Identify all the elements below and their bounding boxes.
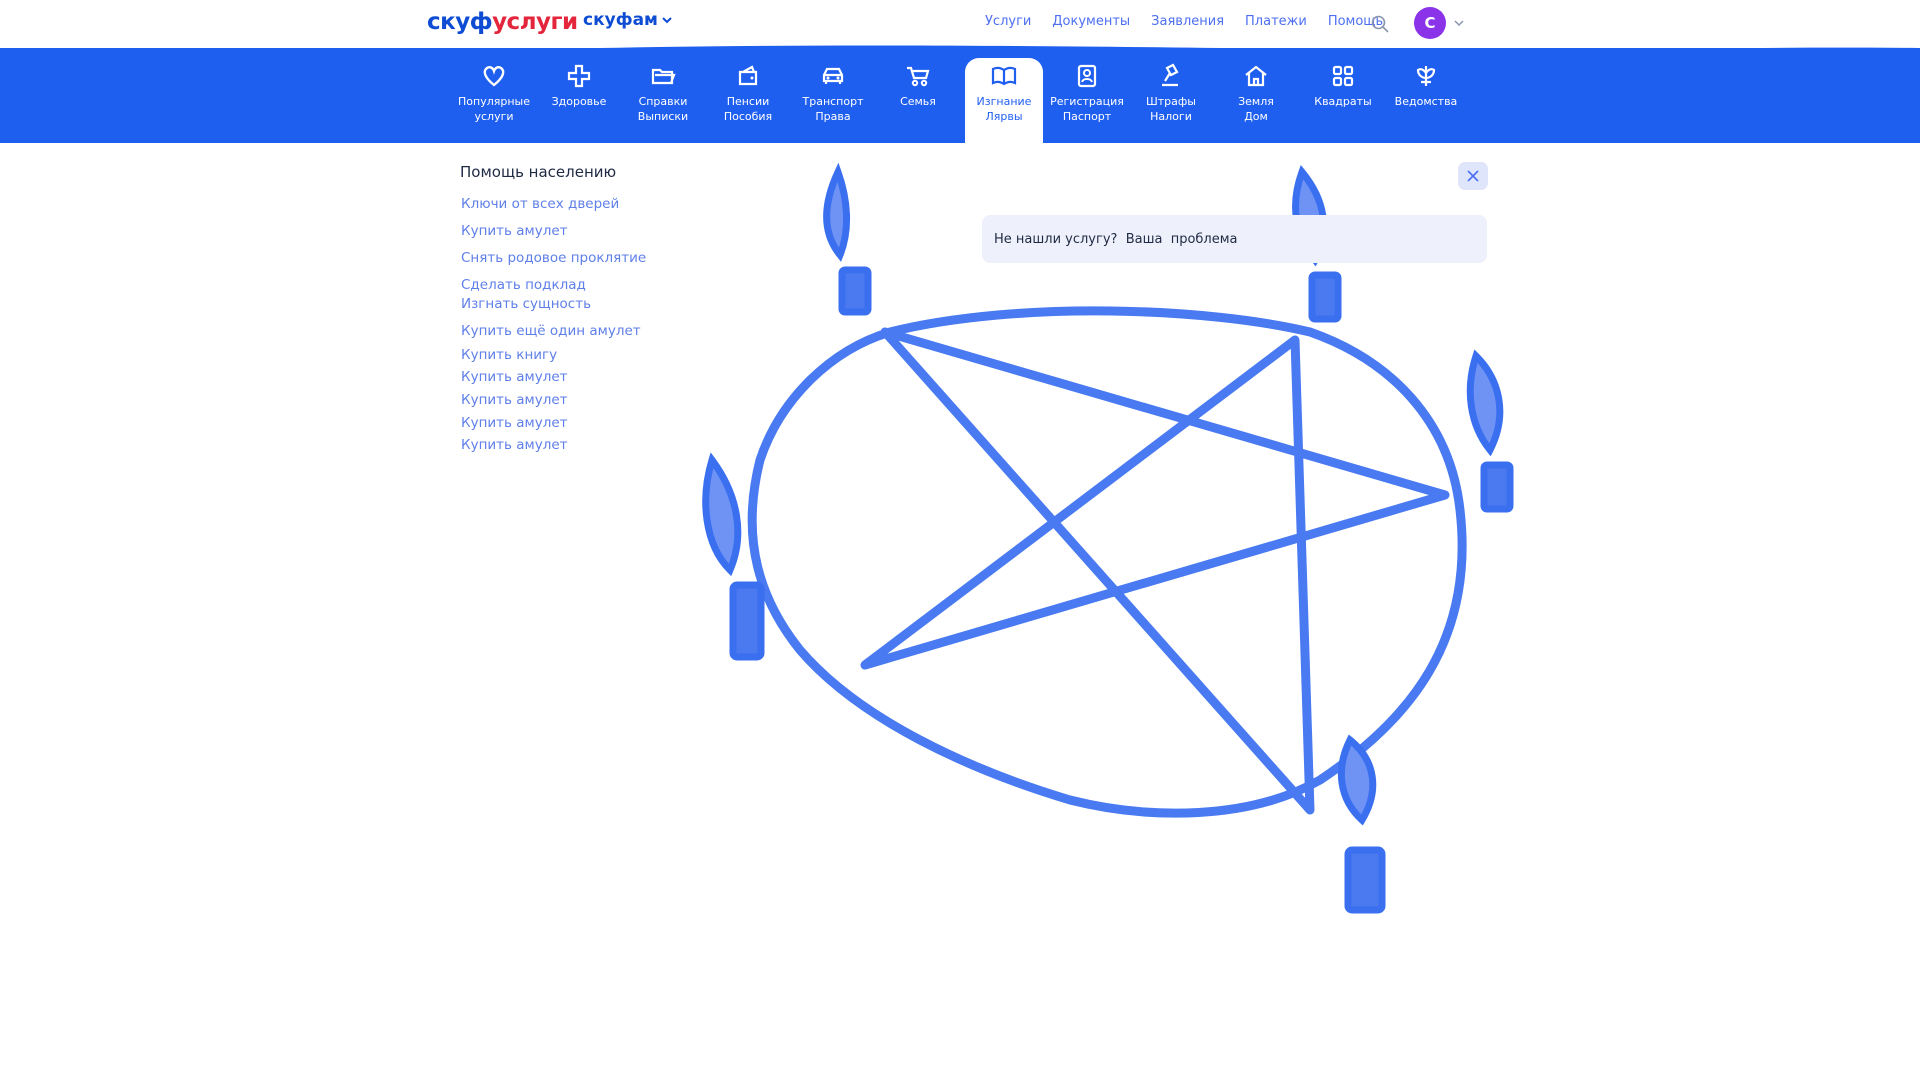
grid-icon xyxy=(1332,65,1354,87)
avatar[interactable]: С xyxy=(1414,7,1446,39)
category-popular[interactable]: Популярные услуги xyxy=(453,62,535,124)
category-exorcism[interactable]: Изгнание Лярвы xyxy=(963,62,1045,124)
emblem-icon xyxy=(1416,66,1436,86)
category-label: Транспорт Права xyxy=(802,95,864,123)
category-registration[interactable]: Регистрация Паспорт xyxy=(1046,62,1128,124)
chevron-down-icon[interactable] xyxy=(1453,17,1465,29)
sidebar-item-hex[interactable]: Сделать подклад xyxy=(461,277,586,293)
wallet-icon xyxy=(738,65,758,86)
sidebar-item-entity[interactable]: Изгнать сущность xyxy=(461,296,591,312)
category-health[interactable]: Здоровье xyxy=(538,62,620,109)
medical-cross-icon xyxy=(567,64,591,88)
sidebar-item-book[interactable]: Купить книгу xyxy=(461,347,557,363)
category-label: Изгнание Лярвы xyxy=(976,95,1032,123)
category-certificates[interactable]: Справки Выписки xyxy=(622,62,704,124)
band-wave xyxy=(0,45,1920,54)
sidebar-item-amulet[interactable]: Купить амулет xyxy=(461,392,568,408)
sidebar-item-another-amulet[interactable]: Купить ещё один амулет xyxy=(461,323,641,339)
nav-payments[interactable]: Платежи xyxy=(1245,14,1307,29)
nav-documents[interactable]: Документы xyxy=(1052,14,1130,29)
chevron-down-icon xyxy=(662,17,672,24)
sidebar-item-amulet[interactable]: Купить амулет xyxy=(461,415,568,431)
stroller-icon xyxy=(907,66,930,87)
candle-icon xyxy=(1466,349,1514,513)
folder-icon xyxy=(651,68,676,85)
pentagram-star xyxy=(860,327,1450,815)
category-squares[interactable]: Квадраты xyxy=(1302,62,1384,109)
sidebar-title: Помощь населению xyxy=(460,163,617,181)
category-label: Квадраты xyxy=(1314,95,1372,108)
category-fines[interactable]: Штрафы Налоги xyxy=(1130,62,1212,124)
category-label: Популярные услуги xyxy=(458,95,530,123)
family-switch[interactable]: скуфам xyxy=(583,10,673,30)
search-field[interactable] xyxy=(982,215,1487,263)
pentagram-drawing xyxy=(702,162,1514,914)
gavel-icon xyxy=(1162,63,1179,87)
category-label: Земля Дом xyxy=(1238,95,1274,123)
category-label: Семья xyxy=(900,95,936,108)
category-transport[interactable]: Транспорт Права xyxy=(792,62,874,124)
heart-icon xyxy=(483,66,505,87)
category-label: Здоровье xyxy=(551,95,607,108)
sidebar-item-curse[interactable]: Снять родовое проклятие xyxy=(461,250,646,266)
logo-part-1: скуф xyxy=(427,9,493,35)
house-icon xyxy=(1245,65,1267,87)
category-family[interactable]: Семья xyxy=(877,62,959,109)
search-icon[interactable] xyxy=(1370,14,1390,34)
sidebar-item-amulet[interactable]: Купить амулет xyxy=(461,223,568,239)
logo-part-2: услуги xyxy=(492,9,578,35)
pentagram-circle xyxy=(747,306,1467,818)
sidebar-item-amulet[interactable]: Купить амулет xyxy=(461,369,568,385)
family-label: скуфам xyxy=(583,10,658,30)
nav-applications[interactable]: Заявления xyxy=(1151,14,1224,29)
top-bar: скуфуслуги скуфам Услуги Документы Заявл… xyxy=(0,0,1920,48)
sidebar-item-amulet[interactable]: Купить амулет xyxy=(461,437,568,453)
top-nav: Услуги Документы Заявления Платежи Помощ… xyxy=(985,14,1383,29)
category-band xyxy=(0,48,1920,143)
search-input[interactable] xyxy=(982,215,1487,263)
car-icon xyxy=(822,67,844,84)
close-icon xyxy=(1467,170,1479,182)
candle-icon xyxy=(823,162,872,316)
open-book-icon xyxy=(991,66,1017,86)
nav-services[interactable]: Услуги xyxy=(985,14,1031,29)
category-agencies[interactable]: Ведомства xyxy=(1385,62,1467,109)
candle-icon xyxy=(1337,734,1386,914)
passport-icon xyxy=(1077,64,1097,88)
category-label: Справки Выписки xyxy=(637,95,689,123)
category-label: Штрафы Налоги xyxy=(1146,95,1196,123)
category-label: Ведомства xyxy=(1394,95,1458,108)
category-land[interactable]: Земля Дом xyxy=(1215,62,1297,124)
close-button[interactable] xyxy=(1458,162,1488,190)
sidebar-item-keys[interactable]: Ключи от всех дверей xyxy=(461,196,619,212)
category-label: Пенсии Пособия xyxy=(723,95,773,123)
category-label: Регистрация Паспорт xyxy=(1050,95,1124,123)
site-logo[interactable]: скуфуслуги xyxy=(427,9,578,35)
category-pensions[interactable]: Пенсии Пособия xyxy=(707,62,789,124)
